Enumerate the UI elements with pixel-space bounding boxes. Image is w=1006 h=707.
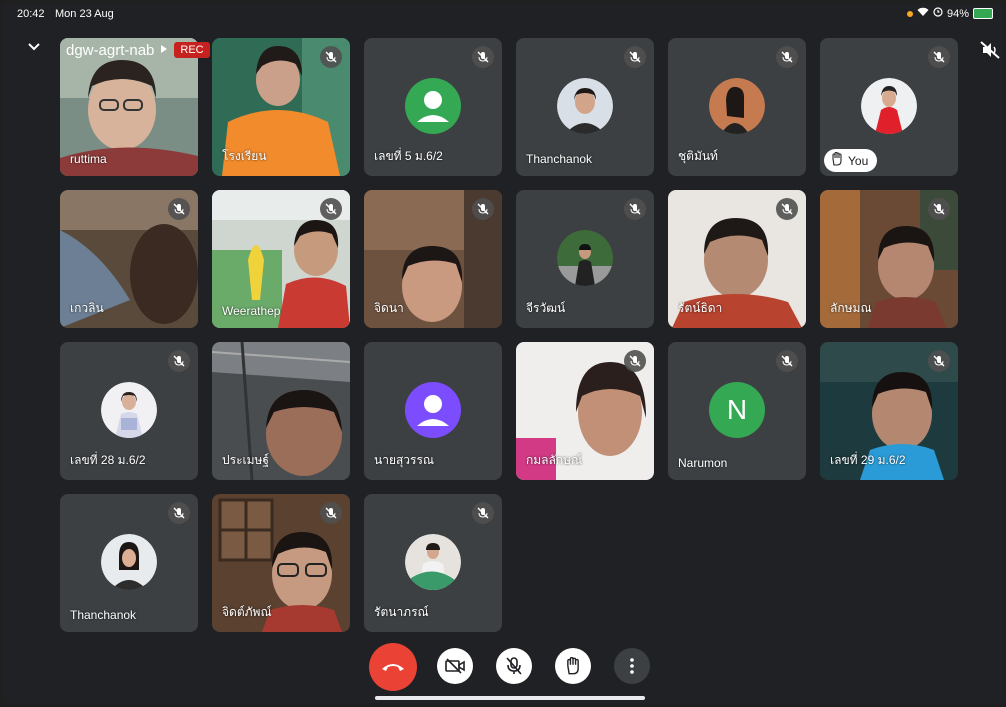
mic-muted-icon [928,46,950,68]
participant-name: นายสุวรรณ [374,453,435,467]
participant-tile[interactable]: Weerathep [212,190,350,328]
more-options-button[interactable] [614,648,650,684]
phone-hangup-icon [382,664,404,671]
participant-name: รัตนาภรณ์ [374,605,429,619]
status-bar: 20:42 Mon 23 Aug 94% [3,3,1003,25]
avatar [709,78,765,134]
participant-tile[interactable]: จิดต์ภัพณ์ [212,494,350,632]
participant-tile[interactable]: Thanchanok [60,494,198,632]
participant-tile[interactable]: ประเมษฐ์ [212,342,350,480]
participant-tile[interactable]: ชุติมันท์ [668,38,806,176]
mic-muted-icon [928,350,950,372]
participant-tile[interactable]: เลขที่ 28 ม.6/2 [60,342,198,480]
participant-name: รัตน์ธิดา [678,301,723,315]
mic-muted-icon [776,350,798,372]
participant-name: ruttima [70,152,107,166]
participant-tile[interactable]: จิดนา [364,190,502,328]
mic-muted-icon [168,350,190,372]
participant-tile[interactable]: จีรวัฒน์ [516,190,654,328]
mic-muted-icon [168,502,190,524]
camera-off-button[interactable] [437,648,473,684]
participant-name: จิดนา [374,301,404,315]
participant-tile[interactable]: Thanchanok [516,38,654,176]
you-label: You [848,153,869,168]
participant-name: เกวลิน [70,301,104,315]
participant-name: ชุติมันท์ [678,149,718,163]
participant-name: Thanchanok [70,608,137,622]
mic-muted-icon [472,198,494,220]
rec-badge: REC [174,42,210,58]
mic-muted-icon [928,198,950,220]
meet-screen: 20:42 Mon 23 Aug 94% dgw-agrt-nab REC ru… [3,3,1003,703]
avatar [101,382,157,438]
mic-muted-icon [472,46,494,68]
raised-hand-icon [830,151,844,169]
participant-name: เลขที่ 29 ม.6/2 [830,453,906,467]
participant-name: Narumon [678,456,728,470]
meeting-info[interactable]: dgw-agrt-nab REC [66,41,210,59]
avatar [557,230,613,286]
participant-name: เลขที่ 28 ม.6/2 [70,453,146,467]
participant-name: Weerathep [222,304,281,318]
participant-name: ประเมษฐ์ [222,453,270,467]
participant-name: จิดต์ภัพณ์ [222,605,272,619]
mic-muted-icon [472,502,494,524]
status-indicators: 94% [906,7,993,20]
participant-name: ลักษมณ [830,301,872,315]
mic-muted-icon [320,198,342,220]
participant-tile[interactable]: เกวลิน [60,190,198,328]
participant-tile[interactable]: รัตน์ธิดา [668,190,806,328]
end-call-button[interactable] [369,643,417,691]
avatar [861,78,917,134]
avatar [101,534,157,590]
mic-off-icon [506,657,522,675]
status-time: 20:42 [17,8,45,20]
participant-name: โรงเรียน [222,149,267,163]
participant-tile-self[interactable]: You [820,38,958,176]
participant-tile[interactable]: N Narumon [668,342,806,480]
mic-muted-icon [168,198,190,220]
recording-dot-icon [906,10,913,17]
video-off-icon [445,658,465,674]
wifi-icon [917,7,929,20]
raise-hand-button[interactable] [555,648,591,684]
caret-right-icon[interactable] [160,41,168,59]
participant-tile[interactable]: รัตนาภรณ์ [364,494,502,632]
mic-muted-icon [624,198,646,220]
call-controls [3,643,1003,693]
mic-muted-icon [776,198,798,220]
you-badge: You [824,149,878,172]
participant-name: จีรวัฒน์ [526,301,566,315]
alarm-icon [933,7,943,20]
meeting-code[interactable]: dgw-agrt-nab [66,42,154,59]
participant-tile[interactable]: นายสุวรรณ [364,342,502,480]
mic-muted-icon [320,46,342,68]
collapse-chevron-icon[interactable] [26,39,42,55]
participant-tile[interactable]: เลขที่ 5 ม.6/2 [364,38,502,176]
participant-name: กมลลักษณ์ [526,453,583,467]
status-date: Mon 23 Aug [55,8,114,20]
default-avatar-icon [405,78,461,134]
avatar [557,78,613,134]
raise-hand-icon [567,657,579,675]
mic-muted-icon [320,502,342,524]
battery-percent: 94% [946,7,969,20]
mic-off-button[interactable] [496,648,532,684]
participant-name: Thanchanok [526,152,593,166]
participant-tile[interactable]: เลขที่ 29 ม.6/2 [820,342,958,480]
default-avatar-icon [405,382,461,438]
mic-muted-icon [624,46,646,68]
battery-charging-icon [973,8,993,19]
initial-avatar: N [709,382,765,438]
home-indicator[interactable] [375,696,645,700]
speaker-off-icon[interactable] [980,41,1000,59]
more-vert-icon [630,658,634,674]
participant-tile[interactable]: กมลลักษณ์ [516,342,654,480]
participant-tile[interactable]: โรงเรียน [212,38,350,176]
avatar [405,534,461,590]
participant-tile[interactable]: ลักษมณ [820,190,958,328]
mic-muted-icon [776,46,798,68]
mic-muted-icon [624,350,646,372]
participant-name: เลขที่ 5 ม.6/2 [374,149,443,163]
